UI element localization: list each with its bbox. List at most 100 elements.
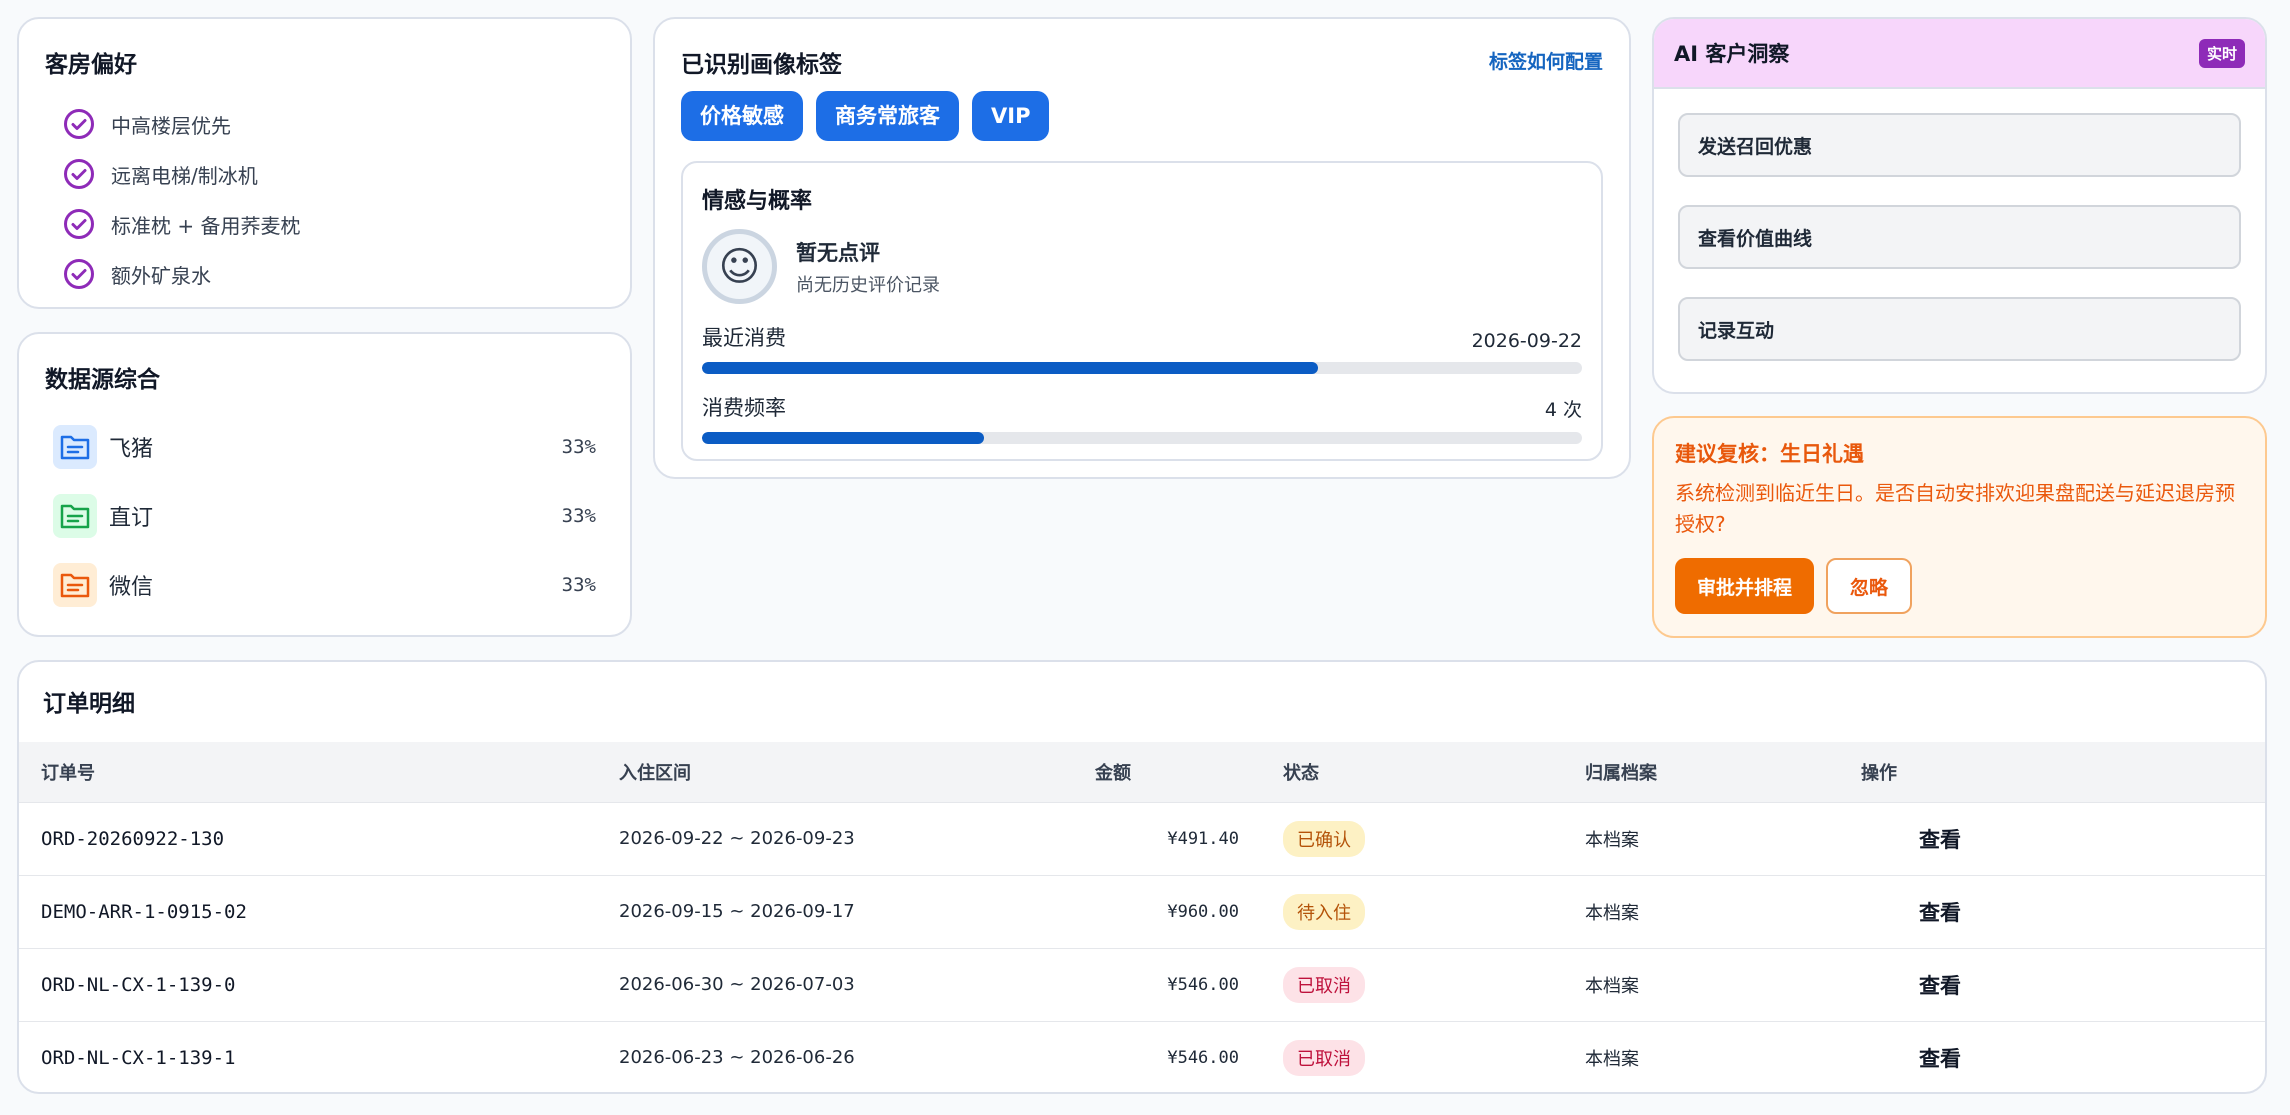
status-badge: 已取消 — [1283, 966, 1365, 1003]
order-id: DEMO-ARR-1-0915-02 — [41, 900, 247, 923]
tag-config-link[interactable]: 标签如何配置 — [1489, 47, 1603, 74]
ai-action-list: 发送召回优惠 查看价值曲线 记录互动 — [1654, 89, 2265, 392]
smile-face-icon: ☺ — [702, 229, 777, 304]
metric-label: 最近消费 — [702, 326, 786, 350]
table-row: ORD-20260922-130 2026-09-22 ~ 2026-09-23… — [19, 802, 2265, 875]
view-value-curve-button[interactable]: 查看价值曲线 — [1678, 205, 2241, 269]
ai-insight-card: AI 客户洞察 实时 发送召回优惠 查看价值曲线 记录互动 — [1652, 17, 2267, 394]
status-badge: 已确认 — [1283, 820, 1365, 857]
tag-chip-vip[interactable]: VIP — [972, 91, 1050, 141]
column-header-action: 操作 — [1861, 762, 1897, 784]
metric-value: 4 次 — [1544, 399, 1582, 421]
folder-icon — [53, 493, 97, 538]
source-percent: 33% — [561, 435, 596, 458]
owner-profile: 本档案 — [1585, 975, 1639, 997]
order-amount: ¥546.00 — [1167, 974, 1239, 995]
view-order-button[interactable]: 查看 — [1861, 802, 2265, 875]
preference-label: 标准枕 + 备用荞麦枕 — [111, 213, 301, 238]
tag-chip-price-sensitive[interactable]: 价格敏感 — [681, 91, 803, 141]
preference-label: 远离电梯/制冰机 — [111, 163, 258, 188]
tag-chip-business-traveler[interactable]: 商务常旅客 — [816, 91, 959, 141]
sentiment-panel: 情感与概率 ☺ 暂无点评 尚无历史评价记录 最近消费 2026-09-22 消费… — [681, 161, 1603, 461]
table-header-row: 订单号 入住区间 金额 状态 归属档案 操作 — [19, 742, 2265, 802]
metric-frequency: 消费频率 4 次 — [702, 392, 1582, 444]
view-order-button[interactable]: 查看 — [1861, 1021, 2265, 1092]
data-sources-card: 数据源综合 飞猪 33% 直订 33% 微信 33% — [17, 332, 632, 637]
progress-fill — [702, 362, 1318, 374]
sentiment-title: 情感与概率 — [702, 189, 813, 214]
tag-chip-list: 价格敏感 商务常旅客 VIP — [681, 91, 1603, 141]
send-recall-offer-button[interactable]: 发送召回优惠 — [1678, 113, 2241, 177]
check-circle-icon — [64, 209, 94, 239]
metric-recent-spend: 最近消费 2026-09-22 — [702, 322, 1582, 374]
view-order-button[interactable]: 查看 — [1861, 875, 2265, 948]
suggestion-title: 建议复核：生日礼遇 — [1675, 442, 1864, 466]
owner-profile: 本档案 — [1585, 829, 1639, 851]
check-circle-icon — [64, 259, 94, 289]
order-amount: ¥491.40 — [1167, 828, 1239, 849]
stay-range: 2026-09-22 ~ 2026-09-23 — [619, 828, 855, 849]
sentiment-status: 暂无点评 — [796, 240, 880, 265]
ignore-button[interactable]: 忽略 — [1826, 558, 1913, 614]
stay-range: 2026-09-15 ~ 2026-09-17 — [619, 901, 855, 922]
preference-item: 标准枕 + 备用荞麦枕 — [45, 199, 604, 249]
preference-item: 远离电梯/制冰机 — [45, 149, 604, 199]
order-details-title: 订单明细 — [43, 691, 135, 717]
source-percent: 33% — [561, 504, 596, 527]
source-item-wechat: 微信 33% — [45, 550, 604, 619]
table-row: ORD-NL-CX-1-139-0 2026-06-30 ~ 2026-07-0… — [19, 948, 2265, 1021]
approve-schedule-button[interactable]: 审批并排程 — [1675, 558, 1815, 614]
order-amount: ¥960.00 — [1167, 901, 1239, 922]
source-list: 飞猪 33% 直订 33% 微信 33% — [45, 412, 604, 619]
stay-range: 2026-06-23 ~ 2026-06-26 — [619, 1047, 855, 1069]
suggestion-text: 系统检测到临近生日。是否自动安排欢迎果盘配送与延迟退房预授权? — [1675, 481, 2235, 536]
preference-label: 中高楼层优先 — [111, 113, 231, 138]
progress-fill — [702, 432, 984, 444]
check-circle-icon — [64, 109, 94, 139]
order-id: ORD-NL-CX-1-139-0 — [41, 973, 236, 996]
status-badge: 已取消 — [1283, 1039, 1365, 1076]
preference-item: 额外矿泉水 — [45, 249, 604, 299]
stay-range: 2026-06-30 ~ 2026-07-03 — [619, 974, 855, 995]
owner-profile: 本档案 — [1585, 1048, 1639, 1070]
log-interaction-button[interactable]: 记录互动 — [1678, 297, 2241, 361]
room-preferences-title: 客房偏好 — [45, 52, 137, 78]
preference-item: 中高楼层优先 — [45, 99, 604, 149]
profile-tags-title: 已识别画像标签 — [681, 52, 842, 78]
column-header-stay-range: 入住区间 — [619, 762, 691, 784]
source-name: 飞猪 — [109, 436, 154, 462]
column-header-amount: 金额 — [1095, 762, 1131, 784]
sentiment-subtext: 尚无历史评价记录 — [796, 274, 940, 296]
live-badge: 实时 — [2198, 38, 2245, 68]
room-preferences-card: 客房偏好 中高楼层优先 远离电梯/制冰机 标准枕 + 备用荞麦枕 额外矿泉水 — [17, 17, 632, 309]
profile-tags-card: 已识别画像标签 标签如何配置 价格敏感 商务常旅客 VIP 情感与概率 ☺ 暂无… — [653, 17, 1631, 479]
birthday-suggestion-card: 建议复核：生日礼遇 系统检测到临近生日。是否自动安排欢迎果盘配送与延迟退房预授权… — [1652, 416, 2267, 638]
order-id: ORD-NL-CX-1-139-1 — [41, 1046, 236, 1069]
source-percent: 33% — [561, 573, 596, 596]
status-badge: 待入住 — [1283, 893, 1365, 930]
source-item-direct: 直订 33% — [45, 481, 604, 550]
owner-profile: 本档案 — [1585, 902, 1639, 924]
orders-table: 订单号 入住区间 金额 状态 归属档案 操作 ORD-20260922-130 … — [19, 742, 2265, 1092]
progress-track — [702, 432, 1582, 444]
data-sources-title: 数据源综合 — [45, 367, 160, 393]
check-circle-icon — [64, 159, 94, 189]
ai-insight-header: AI 客户洞察 实时 — [1654, 19, 2265, 89]
source-name: 微信 — [109, 574, 154, 600]
table-row: DEMO-ARR-1-0915-02 2026-09-15 ~ 2026-09-… — [19, 875, 2265, 948]
folder-icon — [53, 424, 97, 469]
table-row: ORD-NL-CX-1-139-1 2026-06-23 ~ 2026-06-2… — [19, 1021, 2265, 1092]
order-amount: ¥546.00 — [1167, 1047, 1239, 1068]
order-id: ORD-20260922-130 — [41, 827, 225, 850]
view-order-button[interactable]: 查看 — [1861, 948, 2265, 1021]
order-details-card: 订单明细 订单号 入住区间 金额 状态 归属档案 操作 ORD-20260922… — [17, 660, 2267, 1094]
metric-label: 消费频率 — [702, 396, 786, 420]
preference-list: 中高楼层优先 远离电梯/制冰机 标准枕 + 备用荞麦枕 额外矿泉水 — [45, 99, 604, 299]
metric-value: 2026-09-22 — [1471, 330, 1582, 352]
folder-icon — [53, 562, 97, 607]
progress-track — [702, 362, 1582, 374]
ai-insight-title: AI 客户洞察 — [1674, 42, 1790, 66]
column-header-order-id: 订单号 — [41, 762, 95, 784]
column-header-status: 状态 — [1283, 762, 1319, 784]
source-item-fliggy: 飞猪 33% — [45, 412, 604, 481]
